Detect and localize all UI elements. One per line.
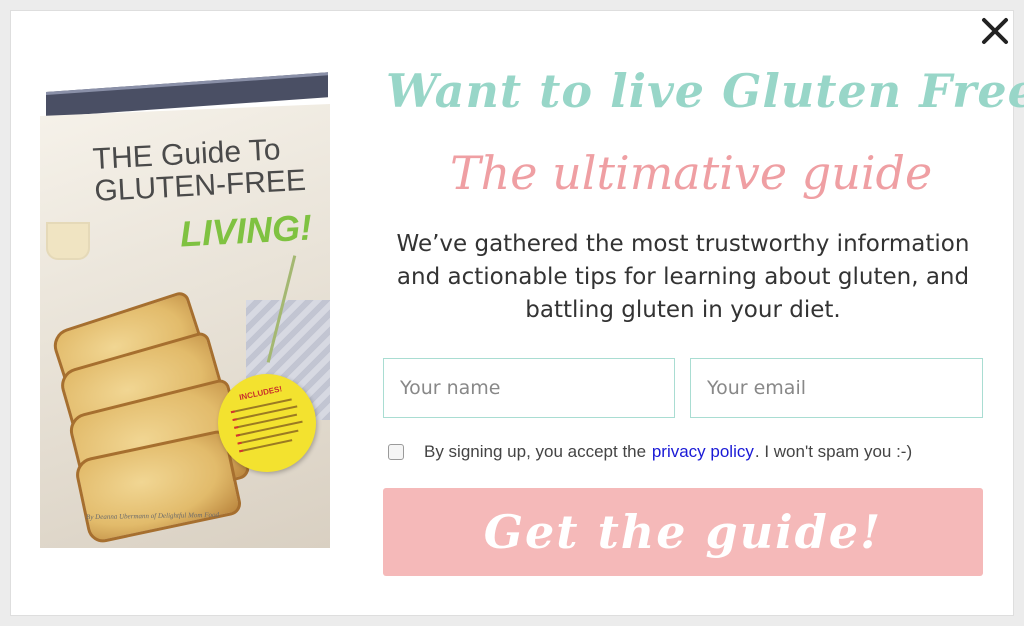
- name-input[interactable]: [383, 358, 675, 418]
- consent-text: By signing up, you accept the: [424, 442, 647, 461]
- consent-row: By signing up, you accept the privacy po…: [386, 438, 912, 466]
- close-icon: [982, 18, 1008, 44]
- description-text: We’ve gathered the most trustworthy info…: [396, 231, 970, 323]
- consent-checkbox[interactable]: [388, 444, 404, 460]
- consent-text-suffix: . I won't spam you :-): [754, 442, 913, 461]
- book-title-accent: LIVING!: [178, 206, 313, 255]
- close-button[interactable]: [978, 14, 1012, 48]
- ebook-cover-image: THE Guide To GLUTEN-FREE LIVING! INCLUDE…: [40, 72, 340, 548]
- privacy-policy-link[interactable]: privacy policy: [652, 442, 754, 462]
- tea-cup-image: [46, 222, 90, 260]
- book-title: THE Guide To GLUTEN-FREE: [92, 132, 325, 208]
- subheadline: The ultimative guide: [450, 146, 933, 200]
- email-input[interactable]: [690, 358, 983, 418]
- headline: Want to live Gluten Free?: [386, 64, 1024, 118]
- get-guide-button[interactable]: Get the guide!: [383, 488, 983, 576]
